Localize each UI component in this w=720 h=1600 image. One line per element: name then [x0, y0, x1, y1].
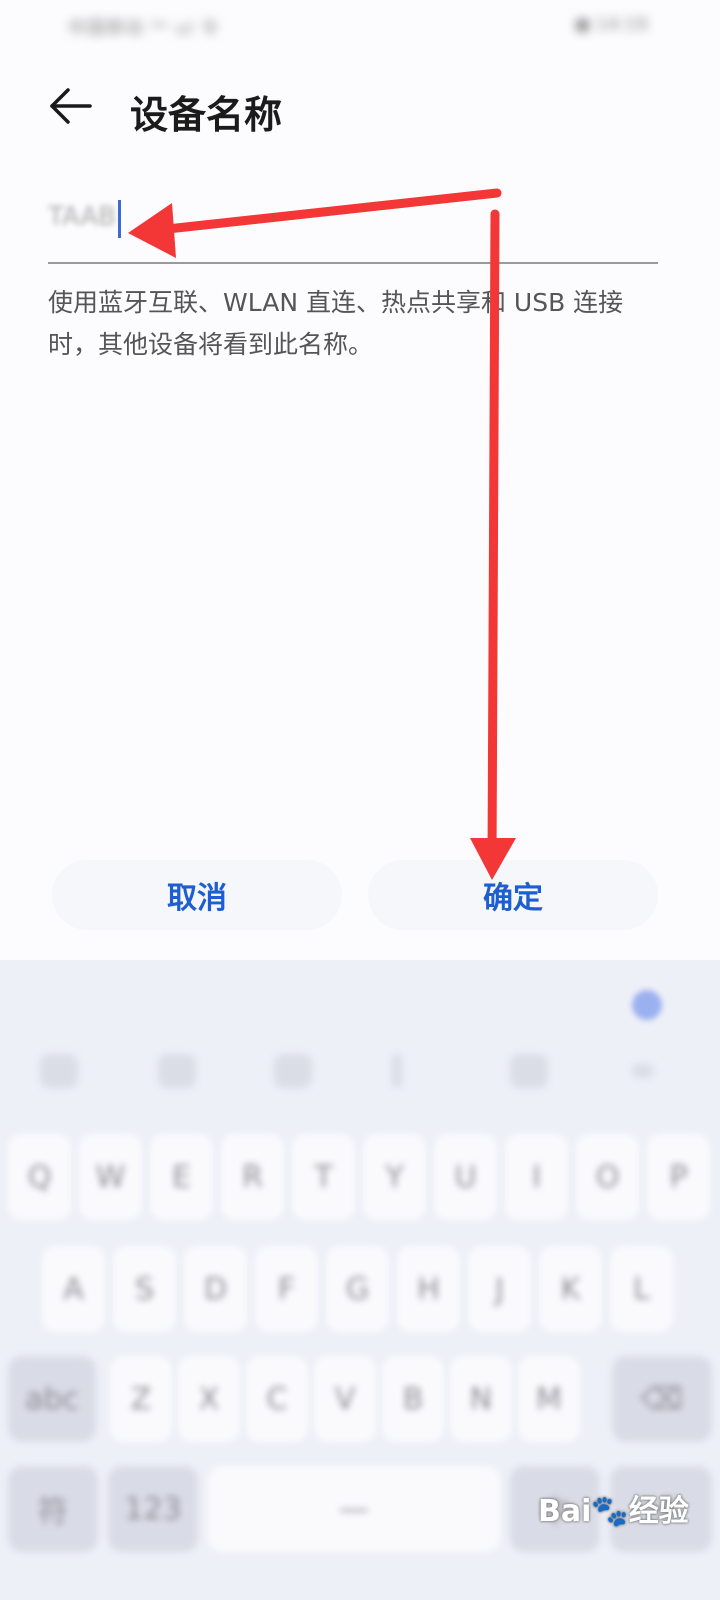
key-h[interactable]: H — [397, 1246, 460, 1332]
settings-icon[interactable] — [510, 1054, 548, 1088]
key-b[interactable]: B — [382, 1356, 444, 1442]
key-s[interactable]: S — [113, 1246, 176, 1332]
key-y[interactable]: Y — [363, 1134, 426, 1220]
key-f[interactable]: F — [255, 1246, 318, 1332]
device-name-hint: 使用蓝牙互联、WLAN 直连、热点共享和 USB 连接时，其他设备将看到此名称。 — [48, 288, 624, 359]
keyboard-row-3: abc ⌫ ZXCVBNM — [0, 1356, 720, 1456]
key-j[interactable]: J — [468, 1246, 531, 1332]
key-t[interactable]: T — [292, 1134, 355, 1220]
key-p[interactable]: P — [647, 1134, 710, 1220]
back-button[interactable] — [40, 78, 104, 142]
key-x[interactable]: X — [178, 1356, 240, 1442]
key-z[interactable]: Z — [110, 1356, 172, 1442]
key-c[interactable]: C — [246, 1356, 308, 1442]
cancel-button[interactable]: 取消 — [52, 860, 342, 930]
key-n[interactable]: N — [450, 1356, 512, 1442]
key-r[interactable]: R — [221, 1134, 284, 1220]
device-name-value: TAAB — [48, 202, 116, 232]
page-title: 设备名称 — [130, 93, 283, 137]
key-l[interactable]: L — [610, 1246, 673, 1332]
clipboard-icon[interactable] — [158, 1054, 196, 1088]
key-g[interactable]: G — [326, 1246, 389, 1332]
confirm-button[interactable]: 确定 — [368, 860, 658, 930]
baidu-jingyan-watermark: Bai🐾经验 — [538, 1494, 689, 1529]
numbers-key[interactable]: 123 — [108, 1466, 198, 1552]
backspace-key[interactable]: ⌫ — [612, 1356, 712, 1442]
keyboard-row-1: QWERTYUIOP — [0, 1134, 720, 1234]
status-time: ● 14:19 — [574, 14, 648, 35]
keyboard-row-2: ASDFGHJKL — [0, 1246, 720, 1346]
key-w[interactable]: W — [79, 1134, 142, 1220]
ai-assistant-icon[interactable] — [632, 990, 662, 1020]
microphone-icon[interactable] — [274, 1054, 312, 1088]
key-e[interactable]: E — [150, 1134, 213, 1220]
arrow-left-icon — [50, 88, 92, 124]
key-v[interactable]: V — [314, 1356, 376, 1442]
key-m[interactable]: M — [518, 1356, 580, 1442]
space-key[interactable]: — — [208, 1466, 500, 1552]
status-bar: 中国移动 ⁴ᴳ ul 令 ● 14:19 — [0, 0, 720, 52]
confirm-label: 确定 — [483, 881, 543, 916]
emoji-icon[interactable] — [40, 1054, 78, 1088]
key-a[interactable]: A — [42, 1246, 105, 1332]
cursor-icon[interactable] — [392, 1054, 402, 1088]
device-name-input[interactable]: TAAB — [48, 196, 658, 264]
text-caret — [118, 200, 121, 238]
shift-key[interactable]: abc — [8, 1356, 96, 1442]
key-d[interactable]: D — [184, 1246, 247, 1332]
status-carrier: 中国移动 ⁴ᴳ ul 令 — [68, 18, 220, 39]
key-q[interactable]: Q — [8, 1134, 71, 1220]
cancel-label: 取消 — [167, 881, 227, 916]
key-u[interactable]: U — [434, 1134, 497, 1220]
key-o[interactable]: O — [576, 1134, 639, 1220]
key-k[interactable]: K — [539, 1246, 602, 1332]
collapse-icon[interactable] — [632, 1064, 654, 1078]
key-i[interactable]: I — [505, 1134, 568, 1220]
symbols-key[interactable]: 符 — [8, 1466, 98, 1552]
